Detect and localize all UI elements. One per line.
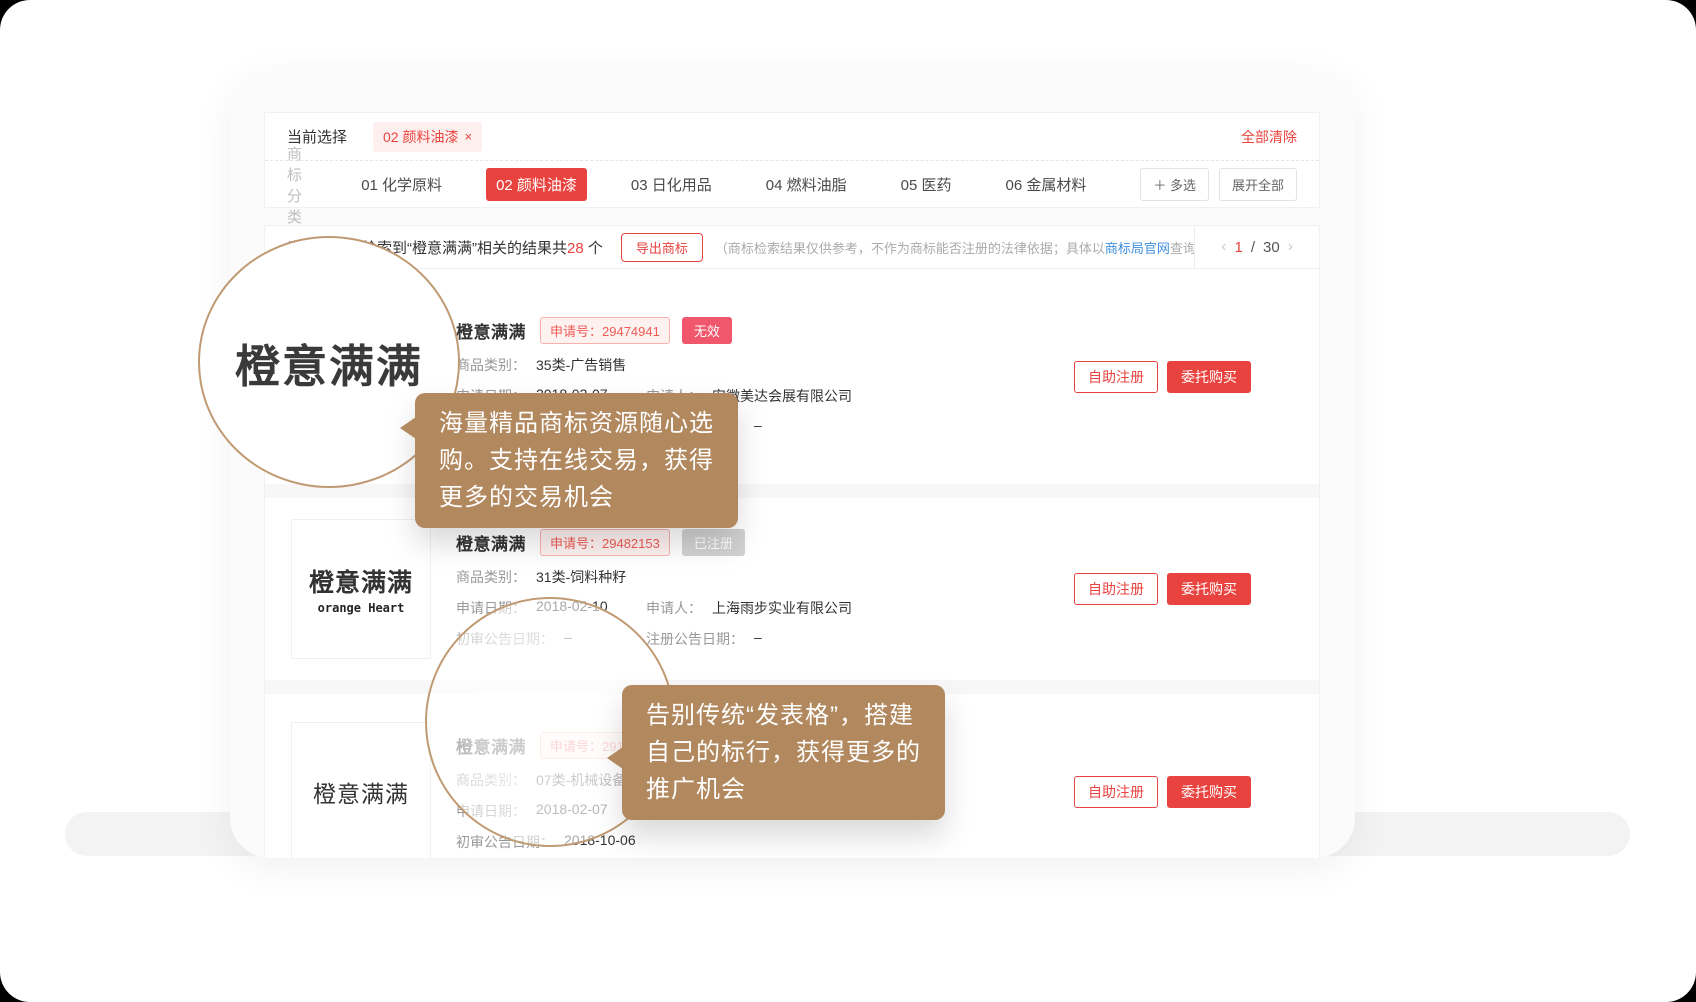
pagination: ‹ 1 / 30 › (1194, 226, 1319, 268)
magnified-trademark-text: 橙意满满 (235, 330, 423, 395)
next-page-icon[interactable]: › (1288, 238, 1293, 256)
category-item-02[interactable]: 02 颜料油漆 (486, 168, 587, 201)
export-trademarks-button[interactable]: 导出商标 (621, 233, 703, 262)
tooltip-arrow-icon (607, 747, 623, 769)
application-number-badge: 申请号：29474941 (540, 317, 670, 344)
tooltip-arrow-icon (400, 417, 416, 439)
application-number-badge: 申请号：29482153 (540, 529, 670, 556)
trademark-image: 橙意满满 orange Heart (291, 519, 431, 659)
category-label: 商品类别： (456, 567, 526, 587)
tag-close-icon[interactable]: × (464, 129, 472, 144)
prev-page-icon[interactable]: ‹ (1221, 238, 1226, 256)
trademark-title: 橙意满满 (456, 318, 526, 343)
disclaimer-prefix: （商标检索结果仅供参考，不作为商标能否注册的法律依据；具体以 (715, 241, 1105, 256)
trademark-title: 橙意满满 (456, 530, 526, 555)
entrust-purchase-button[interactable]: 委托购买 (1167, 573, 1251, 605)
selected-filter-tag[interactable]: 02 颜料油漆 × (373, 122, 482, 152)
tooltip-line: 海量精品商标资源随心选 (439, 405, 714, 442)
applicant-label: 申请人： (646, 598, 702, 618)
page-separator: / (1251, 239, 1255, 256)
tooltip-line: 自己的标行，获得更多的 (646, 734, 921, 771)
expand-all-button[interactable]: 展开全部 (1219, 168, 1297, 201)
results-header: 当前分类下检索到“橙意满满”相关的结果共28 个 导出商标 （商标检索结果仅供参… (265, 226, 1319, 269)
category-item-03[interactable]: 03 日化用品 (621, 168, 722, 201)
category-value: 35类-广告销售 (536, 355, 626, 375)
trademark-image: 橙意满满 (291, 722, 431, 858)
clear-all-button[interactable]: 全部清除 (1241, 127, 1297, 147)
registration-publication-value: – (754, 629, 762, 649)
disclaimer-suffix: 查询为准。） (1170, 241, 1194, 256)
tooltip-line: 购。支持在线交易，获得 (439, 442, 714, 479)
tooltip-line: 告别传统“发表格”，搭建 (646, 697, 921, 734)
current-selection-row: 当前选择 02 颜料油漆 × 全部清除 (265, 113, 1319, 161)
category-row: 商标分类 01 化学原料 02 颜料油漆 03 日化用品 04 燃料油脂 05 … (265, 161, 1319, 208)
total-pages: 30 (1263, 239, 1280, 256)
registration-publication-value: – (754, 417, 762, 437)
results-disclaimer: （商标检索结果仅供参考，不作为商标能否注册的法律依据；具体以商标局官网查询为准。… (715, 238, 1194, 257)
status-badge: 无效 (682, 317, 732, 344)
results-summary-suffix: 个 (584, 240, 603, 257)
category-item-06[interactable]: 06 金属材料 (996, 168, 1097, 201)
trademark-image-text: 橙意满满 (313, 775, 409, 809)
selected-filter-tag-label: 02 颜料油漆 (383, 127, 458, 147)
applicant-value: 上海雨步实业有限公司 (712, 598, 852, 618)
category-row-label: 商标分类 (287, 143, 315, 227)
tooltip-line: 更多的交易机会 (439, 479, 714, 516)
status-badge: 已注册 (682, 529, 745, 556)
tooltip-promotion: 告别传统“发表格”，搭建 自己的标行，获得更多的 推广机会 (622, 685, 945, 820)
tooltip-line: 推广机会 (646, 771, 921, 808)
results-count: 28 (567, 240, 584, 257)
self-register-button[interactable]: 自助注册 (1074, 573, 1158, 605)
category-item-04[interactable]: 04 燃料油脂 (756, 168, 857, 201)
entrust-purchase-button[interactable]: 委托购买 (1167, 361, 1251, 393)
trademark-image-text: 橙意满满 (309, 563, 413, 599)
self-register-button[interactable]: 自助注册 (1074, 361, 1158, 393)
category-item-01[interactable]: 01 化学原料 (351, 168, 452, 201)
trademark-image-subtext: orange Heart (318, 601, 405, 615)
current-page: 1 (1234, 239, 1242, 256)
category-value: 31类-饲料种籽 (536, 567, 626, 587)
trademark-office-link[interactable]: 商标局官网 (1105, 241, 1170, 256)
multi-select-button[interactable]: ＋ 多选 (1140, 168, 1209, 201)
category-item-05[interactable]: 05 医药 (891, 168, 962, 201)
entrust-purchase-button[interactable]: 委托购买 (1167, 776, 1251, 808)
tooltip-marketplace: 海量精品商标资源随心选 购。支持在线交易，获得 更多的交易机会 (415, 393, 738, 528)
page-background: 当前选择 02 颜料油漆 × 全部清除 商标分类 01 化学原料 02 颜料油漆… (0, 0, 1696, 1002)
self-register-button[interactable]: 自助注册 (1074, 776, 1158, 808)
category-label: 商品类别： (456, 355, 526, 375)
filter-panel: 当前选择 02 颜料油漆 × 全部清除 商标分类 01 化学原料 02 颜料油漆… (264, 112, 1320, 208)
registration-publication-label: 注册公告日期： (646, 629, 744, 649)
